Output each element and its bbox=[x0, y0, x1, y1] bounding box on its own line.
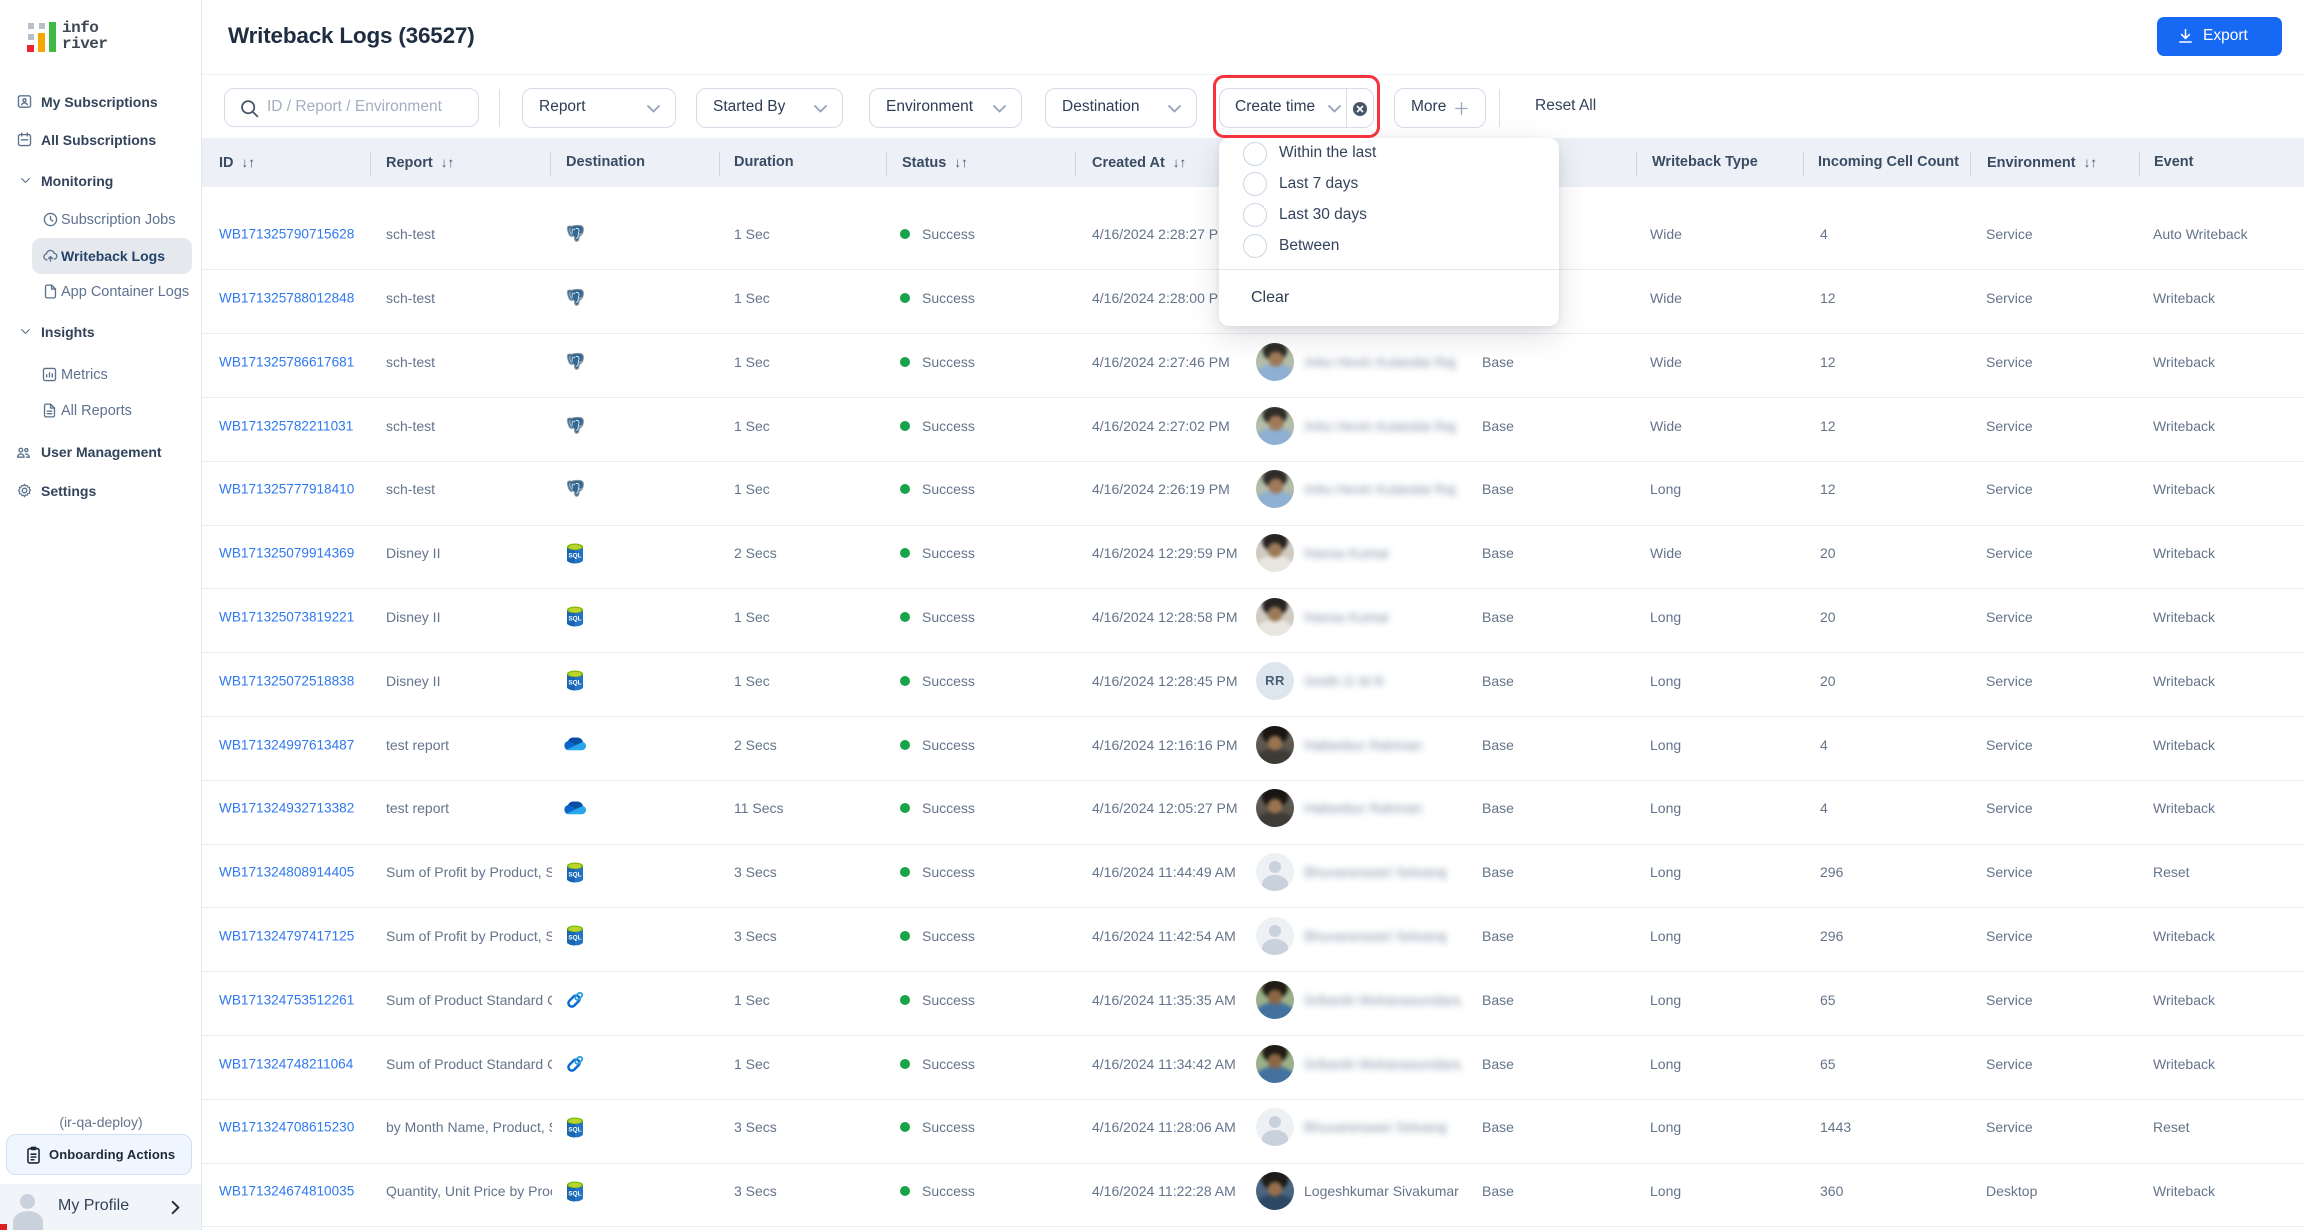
svg-text:SQL: SQL bbox=[568, 680, 581, 687]
svg-text:SQL: SQL bbox=[568, 616, 581, 623]
svg-text:SQL: SQL bbox=[568, 1126, 581, 1133]
svg-text:SQL: SQL bbox=[568, 1190, 581, 1197]
svg-text:SQL: SQL bbox=[568, 871, 581, 878]
svg-text:SQL: SQL bbox=[568, 935, 581, 942]
svg-text:SQL: SQL bbox=[568, 552, 581, 559]
